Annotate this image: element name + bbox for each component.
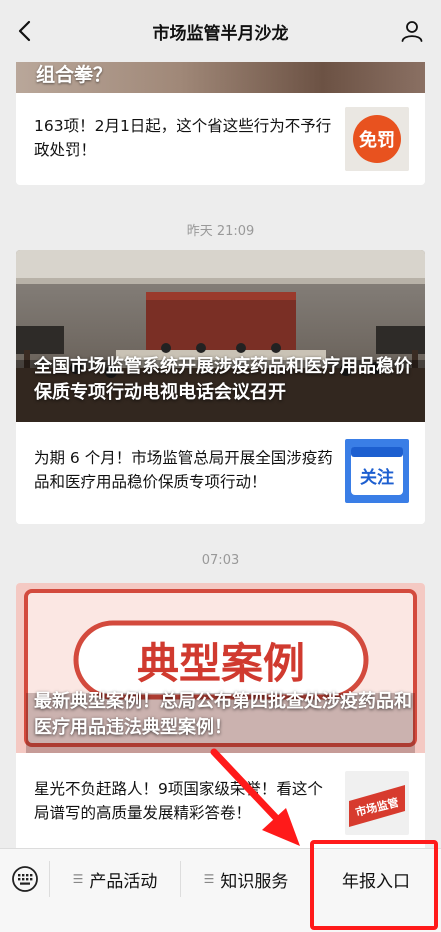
thumbnail-badge-text: 关注 bbox=[360, 467, 394, 488]
article-item[interactable]: 星光不负赶路人！9项国家级荣誉！看这个局谱写的高质量发展精彩答卷！ 市场监管 bbox=[16, 753, 425, 848]
article-thumbnail: 免罚 bbox=[345, 107, 409, 171]
article-title: 为期 6 个月！市场监管总局开展全国涉疫药品和医疗用品稳价保质专项行动！ bbox=[34, 449, 333, 491]
article-card[interactable]: 典型案例 最新典型案例！总局公布第四批查处涉疫药品和医疗用品违法典型案例！ 星光… bbox=[16, 583, 425, 848]
timestamp: 昨天 21:09 bbox=[186, 224, 255, 239]
top-bar: 市场监管半月沙龙 bbox=[0, 0, 441, 62]
red-highlight-box bbox=[310, 840, 438, 930]
article-thumbnail: 市场监管 bbox=[345, 771, 409, 835]
article-item[interactable]: 为期 6 个月！市场监管总局开展全国涉疫药品和医疗用品稳价保质专项行动！ 关注 bbox=[16, 422, 425, 524]
article-hero[interactable]: 典型案例 最新典型案例！总局公布第四批查处涉疫药品和医疗用品违法典型案例！ bbox=[16, 583, 425, 753]
article-thumbnail: 关注 bbox=[345, 439, 409, 503]
page-title: 市场监管半月沙龙 bbox=[152, 23, 289, 44]
banner-title: 组合拳？ bbox=[36, 64, 113, 86]
keyboard-icon bbox=[11, 866, 38, 892]
back-icon[interactable] bbox=[10, 16, 38, 46]
menu-item-label: 产品活动 bbox=[89, 871, 158, 892]
submenu-icon: ☰ bbox=[72, 872, 84, 886]
thumbnail-badge-text: 免罚 bbox=[359, 129, 395, 151]
article-card[interactable]: 组合拳？ 163项！2月1日起，这个省这些行为不予行政处罚！ 免罚 bbox=[16, 62, 425, 185]
hero-caption: 最新典型案例！总局公布第四批查处涉疫药品和医疗用品违法典型案例！ bbox=[34, 691, 412, 738]
user-profile-icon[interactable] bbox=[397, 16, 427, 46]
submenu-icon: ☰ bbox=[203, 872, 215, 886]
menu-item-label: 知识服务 bbox=[220, 871, 289, 892]
banner-badge-text: 典型案例 bbox=[137, 639, 305, 688]
timestamp: 07:03 bbox=[201, 553, 240, 568]
keyboard-toggle-button[interactable] bbox=[0, 861, 50, 897]
article-item[interactable]: 163项！2月1日起，这个省这些行为不予行政处罚！ 免罚 bbox=[16, 93, 425, 183]
article-hero[interactable]: 全国市场监管系统开展涉疫药品和医疗用品稳价保质专项行动电视电话会议召开 bbox=[16, 250, 425, 422]
menu-item-knowledge-services[interactable]: ☰ 知识服务 bbox=[181, 849, 311, 909]
article-card[interactable]: 全国市场监管系统开展涉疫药品和医疗用品稳价保质专项行动电视电话会议召开 为期 6… bbox=[16, 250, 425, 524]
article-title: 星光不负赶路人！9项国家级荣誉！看这个局谱写的高质量发展精彩答卷！ bbox=[34, 780, 323, 822]
hero-caption: 全国市场监管系统开展涉疫药品和医疗用品稳价保质专项行动电视电话会议召开 bbox=[34, 356, 412, 403]
article-banner[interactable]: 组合拳？ bbox=[16, 62, 425, 93]
menu-item-product-activities[interactable]: ☰ 产品活动 bbox=[50, 849, 180, 909]
article-title: 163项！2月1日起，这个省这些行为不予行政处罚！ bbox=[34, 117, 332, 159]
message-feed[interactable]: 组合拳？ 163项！2月1日起，这个省这些行为不予行政处罚！ 免罚 昨天 21:… bbox=[0, 62, 441, 848]
